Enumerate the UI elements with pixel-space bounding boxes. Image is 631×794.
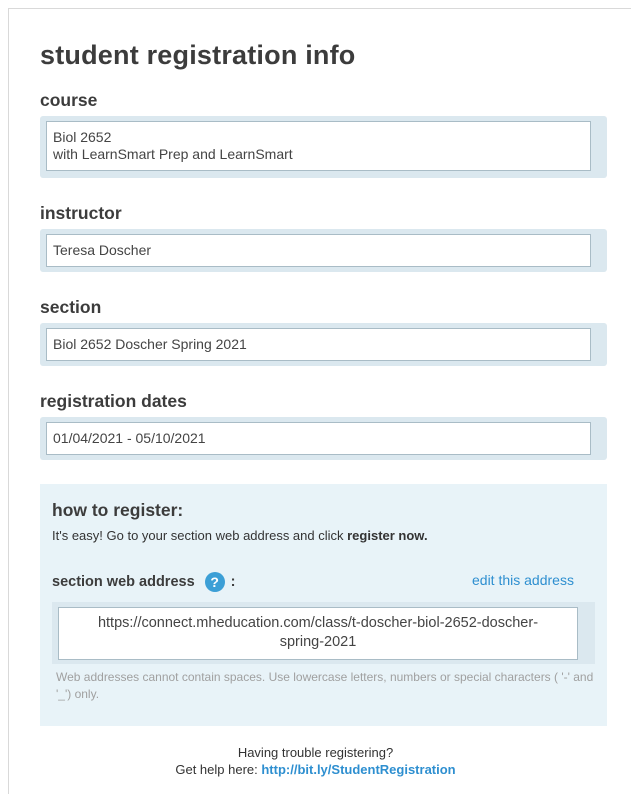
course-field[interactable]: Biol 2652 with LearnSmart Prep and Learn… bbox=[46, 121, 591, 171]
course-name: Biol 2652 bbox=[53, 129, 112, 145]
course-subtitle: with LearnSmart Prep and LearnSmart bbox=[53, 146, 293, 162]
footer-help-prefix: Get help here: bbox=[175, 762, 262, 777]
registration-dates-field-wrapper: 01/04/2021 - 05/10/2021 bbox=[40, 417, 607, 460]
register-now-emphasis: register now. bbox=[347, 528, 428, 543]
section-field-wrapper: Biol 2652 Doscher Spring 2021 bbox=[40, 323, 607, 366]
how-to-register-text-prefix: It's easy! Go to your section web addres… bbox=[52, 528, 348, 543]
help-footer: Having trouble registering? Get help her… bbox=[0, 744, 631, 778]
course-field-wrapper: Biol 2652 with LearnSmart Prep and Learn… bbox=[40, 116, 607, 178]
how-to-register-title: how to register: bbox=[52, 500, 184, 520]
instructor-label: instructor bbox=[40, 203, 122, 223]
student-registration-help-link[interactable]: http://bit.ly/StudentRegistration bbox=[261, 762, 455, 777]
course-label: course bbox=[40, 90, 98, 110]
page-title: student registration info bbox=[40, 40, 356, 70]
registration-dates-label: registration dates bbox=[40, 391, 187, 411]
section-url-line1: https://connect.mheducation.com/class/t-… bbox=[97, 615, 539, 631]
how-to-register-text: It's easy! Go to your section web addres… bbox=[52, 528, 428, 543]
section-web-address-label-text: section web address bbox=[52, 574, 195, 590]
section-field[interactable]: Biol 2652 Doscher Spring 2021 bbox=[46, 328, 591, 361]
footer-question: Having trouble registering? bbox=[237, 745, 394, 760]
help-icon[interactable]: ? bbox=[204, 572, 225, 592]
section-url-line2: spring-2021 bbox=[279, 634, 357, 650]
edit-address-link[interactable]: edit this address bbox=[472, 572, 574, 588]
section-url-field[interactable]: https://connect.mheducation.com/class/t-… bbox=[58, 607, 578, 660]
registration-dates-field[interactable]: 01/04/2021 - 05/10/2021 bbox=[46, 422, 591, 455]
section-web-address-colon: : bbox=[230, 574, 236, 590]
web-address-note: Web addresses cannot contain spaces. Use… bbox=[56, 670, 594, 701]
instructor-field[interactable]: Teresa Doscher bbox=[46, 234, 591, 267]
footer-help-line: Get help here: http://bit.ly/StudentRegi… bbox=[0, 761, 631, 778]
section-web-address-label: section web address ? : bbox=[52, 572, 235, 592]
instructor-field-wrapper: Teresa Doscher bbox=[40, 229, 607, 272]
section-label: section bbox=[40, 297, 102, 317]
